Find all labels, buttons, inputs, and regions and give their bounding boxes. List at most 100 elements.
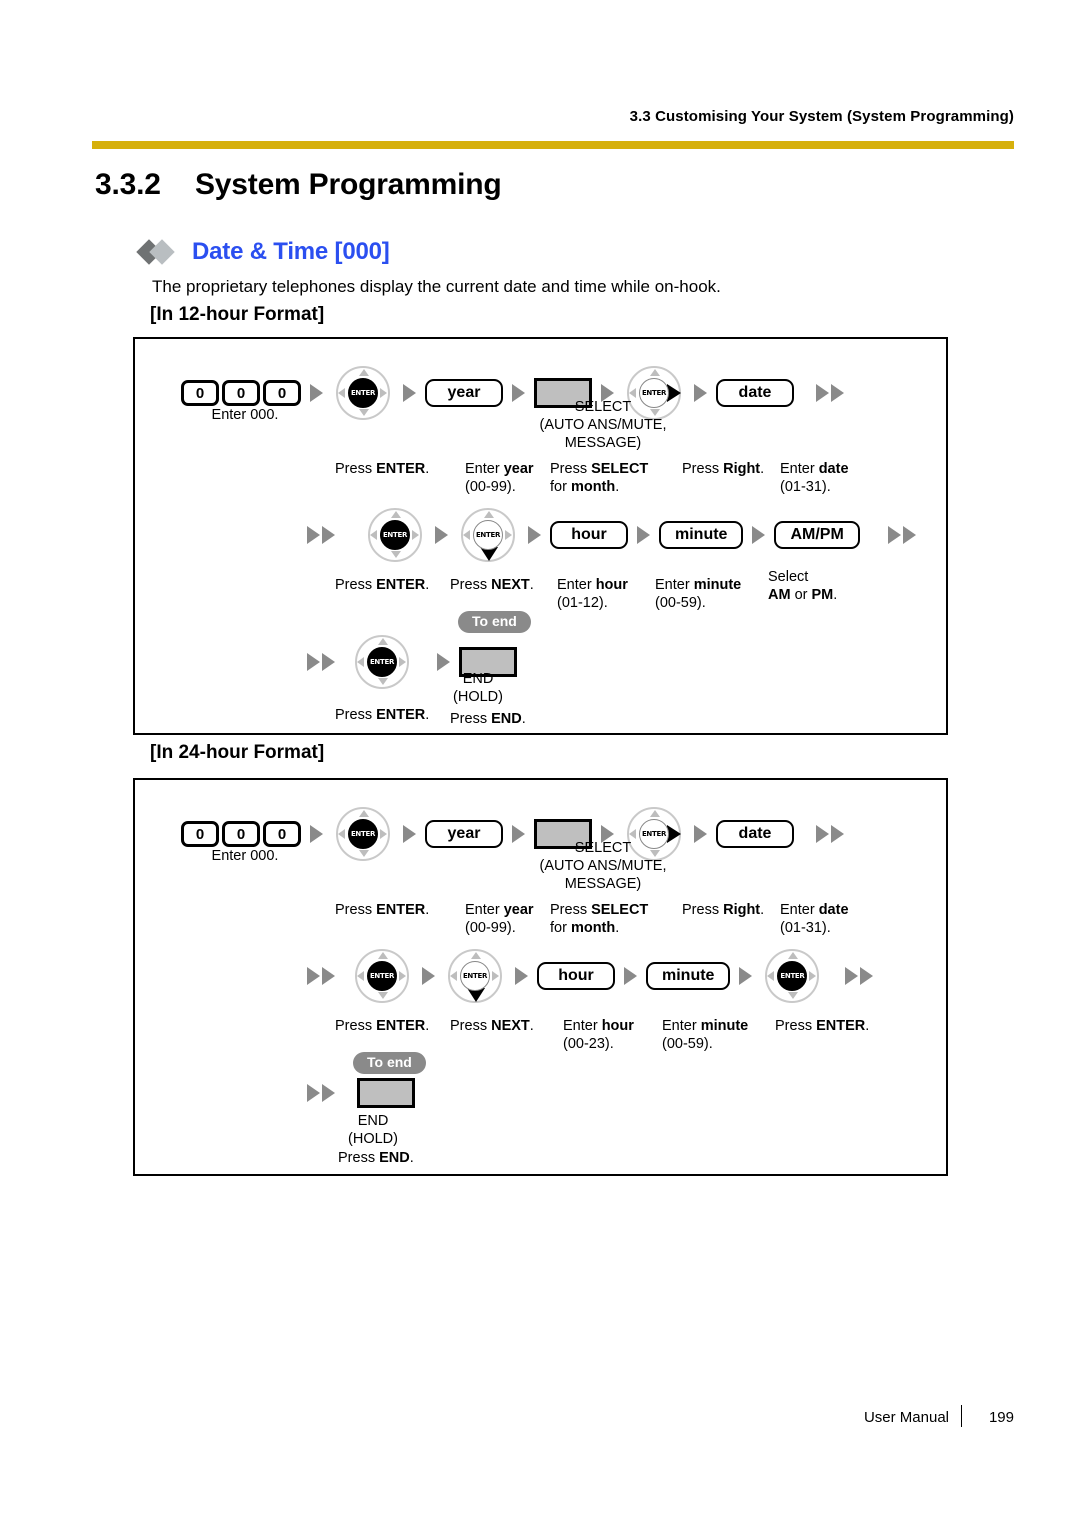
- caption-enter-000: Enter 000.: [211, 407, 279, 423]
- flow-arrow-icon: [528, 526, 541, 544]
- format-24-label: [In 24-hour Format]: [150, 742, 325, 763]
- caption-enter-minute-range: (00-59).: [655, 595, 706, 611]
- caption-enter-year: Enter year: [465, 461, 534, 477]
- navigator-center-label: ENTER: [348, 819, 378, 849]
- flow-arrow-double-icon: [845, 967, 874, 985]
- flow-arrow-icon: [310, 825, 323, 843]
- caption-enter-year: Enter year: [465, 902, 534, 918]
- caption-press-enter: Press ENTER.: [335, 1018, 430, 1034]
- pill-minute[interactable]: minute: [659, 521, 744, 549]
- dial-000-group: 0 0 0: [181, 380, 301, 406]
- navigator-enter-icon[interactable]: ENTER: [351, 634, 413, 690]
- caption-press-enter: Press ENTER.: [335, 707, 430, 723]
- caption-enter-date-range: (01-31).: [780, 920, 831, 936]
- caption-enter-minute: Enter minute: [655, 577, 742, 593]
- caption-end-key-2: (HOLD): [453, 689, 503, 705]
- caption-press-end: Press END.: [338, 1150, 414, 1166]
- section-number: 3.3.2: [95, 168, 161, 201]
- caption-end-key-1: END: [462, 671, 494, 687]
- flow-12-row-2: ENTER ENTER hour minute AM/PM: [307, 507, 916, 563]
- footer-page-number: 199: [988, 1409, 1014, 1426]
- navigator-center-label: ENTER: [380, 520, 410, 550]
- caption-enter-date: Enter date: [780, 902, 849, 918]
- digit-key-0-b[interactable]: 0: [222, 821, 260, 847]
- caption-enter-year-range: (00-99).: [465, 479, 516, 495]
- caption-enter-date: Enter date: [780, 461, 849, 477]
- pill-year[interactable]: year: [425, 820, 503, 848]
- flow-arrow-double-icon: [816, 384, 844, 402]
- flow-arrow-double-icon: [816, 825, 844, 843]
- caption-select-key-3: MESSAGE): [564, 876, 642, 892]
- digit-key-0-c[interactable]: 0: [263, 821, 301, 847]
- caption-end-key-2: (HOLD): [348, 1131, 398, 1147]
- pill-minute[interactable]: minute: [646, 962, 731, 990]
- flow-arrow-double-icon: [307, 1084, 335, 1102]
- header-rule: [92, 141, 1014, 149]
- navigator-next-icon[interactable]: ENTER: [457, 507, 519, 563]
- dial-000-group: 0 0 0: [181, 821, 301, 847]
- digit-key-0-c[interactable]: 0: [263, 380, 301, 406]
- flow-arrow-icon: [403, 384, 416, 402]
- caption-select-key-1: SELECT: [574, 399, 632, 415]
- navigator-enter-icon[interactable]: ENTER: [332, 365, 394, 421]
- caption-end-key-1: END: [357, 1113, 389, 1129]
- caption-select-ampm-1: Select: [768, 569, 809, 585]
- pill-date[interactable]: date: [716, 379, 794, 407]
- flow-arrow-icon: [739, 967, 753, 985]
- navigator-enter-icon[interactable]: ENTER: [364, 507, 426, 563]
- pill-ampm[interactable]: AM/PM: [774, 521, 860, 549]
- digit-key-0-b[interactable]: 0: [222, 380, 260, 406]
- caption-select-key-2: (AUTO ANS/MUTE,: [539, 858, 667, 874]
- caption-enter-date-range: (01-31).: [780, 479, 831, 495]
- caption-press-end: Press END.: [450, 711, 526, 727]
- navigator-next-icon[interactable]: ENTER: [444, 948, 506, 1004]
- navigator-enter-icon[interactable]: ENTER: [332, 806, 394, 862]
- flow-arrow-icon: [752, 526, 766, 544]
- feature-description: The proprietary telephones display the c…: [152, 277, 721, 296]
- navigator-enter-icon[interactable]: ENTER: [761, 948, 823, 1004]
- format-12-label: [In 12-hour Format]: [150, 304, 325, 325]
- flow-arrow-double-icon: [307, 967, 335, 985]
- navigator-center-label: ENTER: [460, 961, 490, 991]
- end-hold-key[interactable]: [357, 1078, 415, 1108]
- feature-heading: Date & Time [000]: [136, 238, 390, 266]
- caption-enter-minute: Enter minute: [662, 1018, 749, 1034]
- page-footer: User Manual 199: [0, 1405, 1014, 1427]
- pill-hour[interactable]: hour: [550, 521, 628, 549]
- caption-select-key-3: MESSAGE): [564, 435, 642, 451]
- caption-select-ampm-2: AM or PM.: [768, 587, 838, 603]
- navigator-center-label: ENTER: [473, 520, 503, 550]
- flow-24-row-2: ENTER ENTER hour minute ENTER: [307, 948, 874, 1004]
- navigator-enter-icon[interactable]: ENTER: [351, 948, 413, 1004]
- flow-arrow-icon: [437, 653, 450, 671]
- feature-title: Date & Time [000]: [192, 238, 390, 265]
- flow-diagram-24-hour: 0 0 0 ENTER year ENTER date Enter 000. S…: [133, 778, 948, 1176]
- navigator-center-label: ENTER: [348, 378, 378, 408]
- caption-press-next: Press NEXT.: [450, 1018, 534, 1034]
- caption-press-right: Press Right.: [682, 902, 765, 918]
- flow-arrow-icon: [422, 967, 435, 985]
- caption-press-enter-2: Press ENTER.: [775, 1018, 870, 1034]
- caption-press-enter: Press ENTER.: [335, 461, 430, 477]
- flow-arrow-icon: [694, 825, 707, 843]
- digit-key-0-a[interactable]: 0: [181, 380, 219, 406]
- running-head: 3.3 Customising Your System (System Prog…: [629, 108, 1014, 125]
- footer-divider: [961, 1405, 962, 1427]
- flow-24-row-3: [307, 1078, 415, 1108]
- caption-enter-year-range: (00-99).: [465, 920, 516, 936]
- pill-year[interactable]: year: [425, 379, 503, 407]
- pill-hour[interactable]: hour: [537, 962, 615, 990]
- diamond-bullet-icon: [136, 239, 182, 265]
- flow-arrow-icon: [637, 526, 650, 544]
- caption-press-select: Press SELECT: [550, 902, 649, 918]
- page-title: 3.3.2 System Programming: [95, 168, 995, 202]
- pill-date[interactable]: date: [716, 820, 794, 848]
- flow-arrow-double-icon: [887, 526, 916, 544]
- footer-manual-label: User Manual: [863, 1409, 949, 1426]
- digit-key-0-a[interactable]: 0: [181, 821, 219, 847]
- caption-press-select: Press SELECT: [550, 461, 649, 477]
- caption-press-select-2: for month.: [550, 920, 620, 936]
- flow-arrow-icon: [515, 967, 528, 985]
- flow-arrow-icon: [694, 384, 707, 402]
- navigator-center-label: ENTER: [367, 647, 397, 677]
